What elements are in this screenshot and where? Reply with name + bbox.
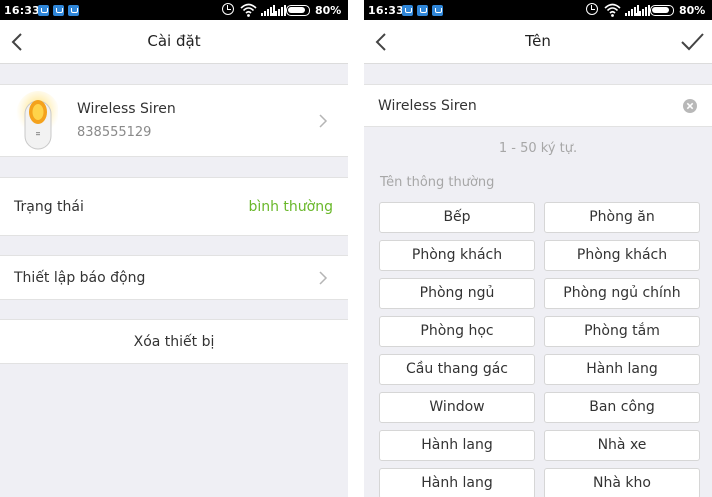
preset-name-button[interactable]: Hành lang	[379, 430, 535, 461]
preset-name-button[interactable]: Phòng ăn	[544, 202, 700, 233]
alarm-settings-label: Thiết lập báo động	[14, 270, 146, 286]
status-bar: 16:33 80%	[364, 0, 712, 20]
name-field	[364, 84, 712, 127]
notification-icon	[402, 5, 413, 16]
checkmark-icon[interactable]	[678, 29, 706, 55]
alarm-icon	[222, 3, 234, 15]
settings-screen: 16:33 80% Cài đặt Wireless Siren 8385551…	[0, 0, 348, 497]
preset-name-button[interactable]: Phòng khách	[544, 240, 700, 271]
preset-name-button[interactable]: Phòng học	[379, 316, 535, 347]
name-input[interactable]	[378, 93, 668, 119]
siren-device-icon	[16, 91, 58, 150]
notification-icon	[38, 5, 49, 16]
preset-name-button[interactable]: Cầu thang gác	[379, 354, 535, 385]
notification-icon	[53, 5, 64, 16]
alarm-settings-row[interactable]: Thiết lập báo động	[0, 255, 348, 300]
chevron-right-icon	[319, 271, 328, 285]
preset-name-button[interactable]: Phòng khách	[379, 240, 535, 271]
status-bar: 16:33 80%	[0, 0, 348, 20]
notification-icon	[432, 5, 443, 16]
page-title: Cài đặt	[147, 32, 201, 50]
delete-device-label: Xóa thiết bị	[133, 334, 215, 350]
preset-name-button[interactable]: Bếp	[379, 202, 535, 233]
common-names-label: Tên thông thường	[380, 175, 495, 190]
header: Tên	[364, 20, 712, 64]
status-label: Trạng thái	[14, 199, 84, 215]
battery-icon	[286, 5, 310, 16]
battery-icon	[650, 5, 674, 16]
chevron-right-icon	[319, 114, 328, 128]
wifi-icon	[604, 3, 621, 17]
preset-name-button[interactable]: Window	[379, 392, 535, 423]
status-time: 16:33	[4, 4, 41, 17]
device-id: 838555129	[77, 125, 152, 140]
device-row[interactable]: Wireless Siren 838555129	[0, 84, 348, 157]
delete-device-button[interactable]: Xóa thiết bị	[0, 319, 348, 364]
preset-name-button[interactable]: Hành lang	[379, 468, 535, 497]
status-time: 16:33	[368, 4, 405, 17]
char-limit-hint: 1 - 50 ký tự.	[498, 141, 578, 156]
status-row: Trạng thái bình thường	[0, 177, 348, 236]
notification-icon	[417, 5, 428, 16]
preset-name-button[interactable]: Phòng ngủ chính	[544, 278, 700, 309]
battery-percent: 80%	[679, 4, 706, 17]
preset-name-button[interactable]: Nhà xe	[544, 430, 700, 461]
header: Cài đặt	[0, 20, 348, 64]
clear-icon[interactable]	[683, 99, 697, 113]
preset-name-button[interactable]: Hành lang	[544, 354, 700, 385]
page-title: Tên	[525, 32, 551, 50]
status-value: bình thường	[248, 199, 333, 215]
notification-icon	[68, 5, 79, 16]
preset-name-grid: Bếp Phòng ăn Phòng khách Phòng khách Phò…	[379, 202, 701, 497]
device-name: Wireless Siren	[77, 101, 176, 117]
rename-screen: 16:33 80% Tên Wireless Siren 1 - 50 ký t…	[364, 0, 712, 497]
preset-name-button[interactable]: Phòng tắm	[544, 316, 700, 347]
alarm-icon	[586, 3, 598, 15]
battery-percent: 80%	[315, 4, 342, 17]
preset-name-button[interactable]: Ban công	[544, 392, 700, 423]
wifi-icon	[240, 3, 257, 17]
preset-name-button[interactable]: Nhà kho	[544, 468, 700, 497]
preset-name-button[interactable]: Phòng ngủ	[379, 278, 535, 309]
